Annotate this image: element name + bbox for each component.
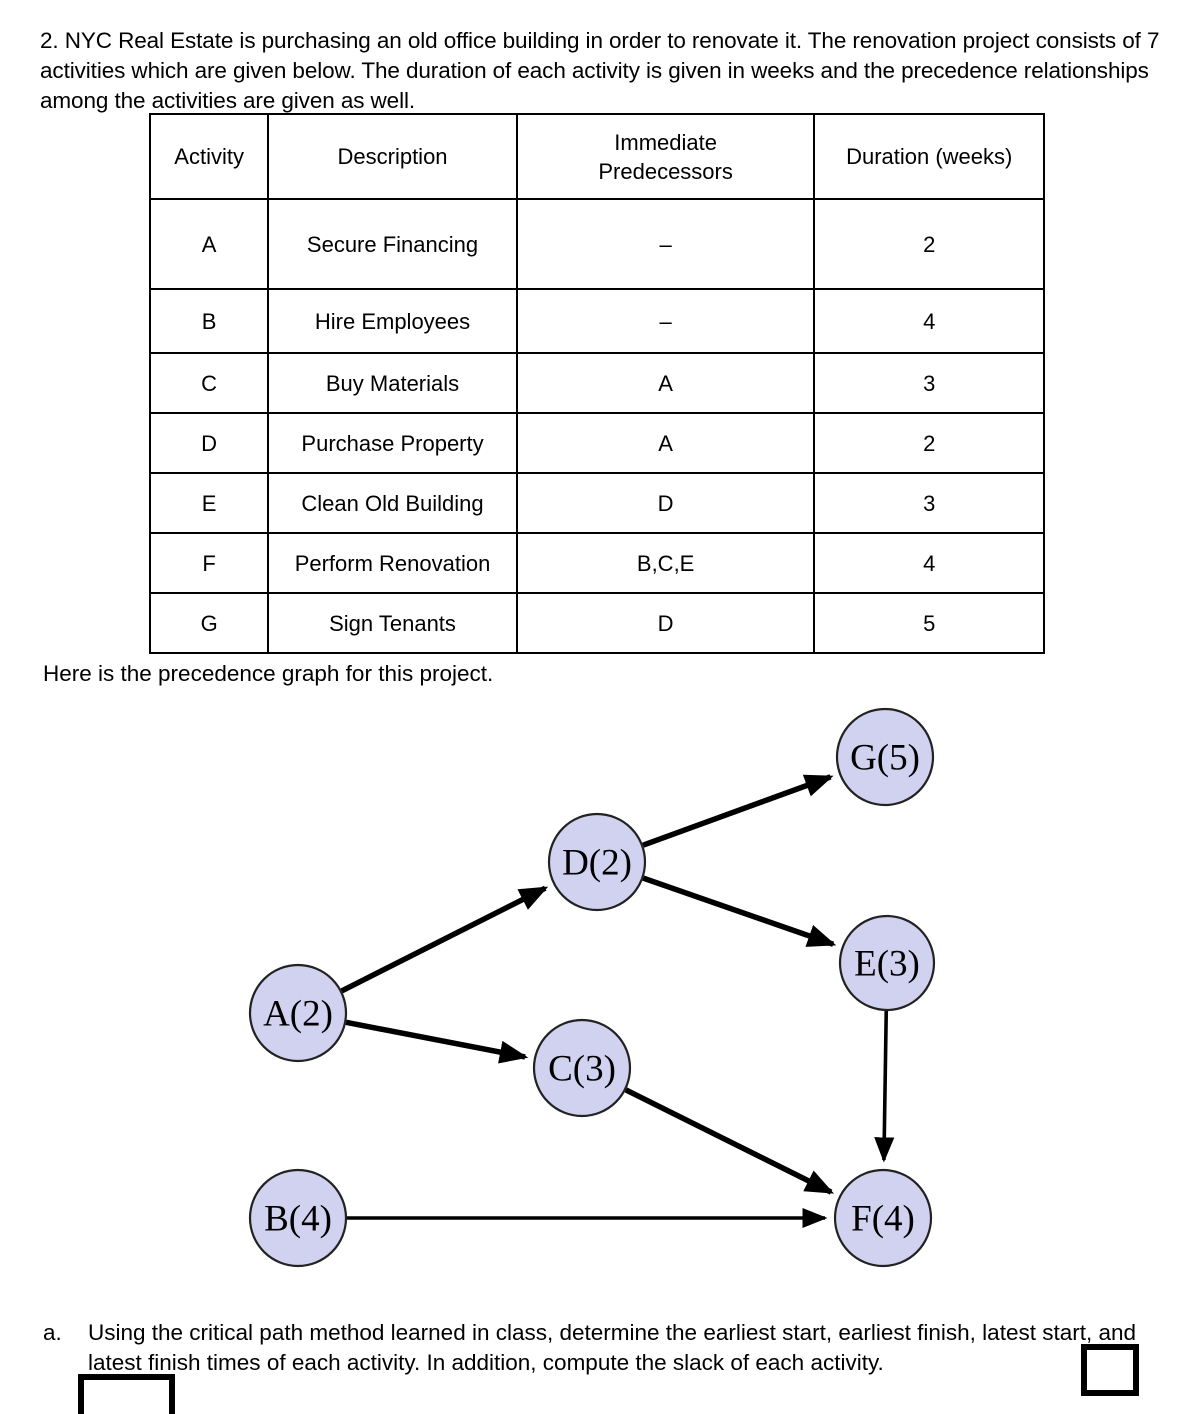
cell-duration-d: 2 <box>813 412 1045 474</box>
graph-node-label-g: G(5) <box>850 738 920 779</box>
part-a-question: a. Using the critical path method learne… <box>43 1318 1163 1378</box>
graph-node-d[interactable]: D(2) <box>547 812 647 912</box>
graph-node-b[interactable]: B(4) <box>248 1168 348 1268</box>
graph-node-e[interactable]: E(3) <box>838 914 936 1012</box>
cell-description-b: Hire Employees <box>267 288 518 354</box>
cell-predecessors-a: – <box>515 198 816 290</box>
header-immediate-predecessors: Immediate Predecessors <box>515 113 816 200</box>
graph-edge-d-to-g <box>642 774 834 848</box>
cell-predecessors-b: – <box>515 288 816 354</box>
cell-activity-e: E <box>148 472 270 534</box>
header-predecessors-line1: Immediate <box>614 129 717 155</box>
header-duration: Duration (weeks) <box>813 113 1045 200</box>
cell-description-a: Secure Financing <box>267 198 518 290</box>
activity-table: Activity Description Immediate Predecess… <box>148 113 1045 654</box>
cell-predecessors-g: D <box>515 592 816 654</box>
header-description: Description <box>267 113 518 200</box>
cell-predecessors-f: B,C,E <box>515 532 816 594</box>
cell-activity-g: G <box>148 592 270 654</box>
cell-duration-g: 5 <box>813 592 1045 654</box>
graph-edge-a-to-d <box>340 885 549 994</box>
question-intro-paragraph: 2. NYC Real Estate is purchasing an old … <box>40 28 1160 113</box>
graph-node-a[interactable]: A(2) <box>248 963 348 1063</box>
cell-activity-b: B <box>148 288 270 354</box>
graph-edge-e-to-f <box>874 1010 895 1163</box>
cell-description-g: Sign Tenants <box>267 592 518 654</box>
header-predecessors-line2: Predecessors <box>598 158 733 184</box>
graph-node-label-c: C(3) <box>548 1049 616 1090</box>
part-a-marker: a. <box>43 1320 62 1345</box>
graph-edge-c-to-f <box>624 1087 835 1195</box>
graph-node-label-a: A(2) <box>263 994 333 1035</box>
cell-duration-a: 2 <box>813 198 1045 290</box>
table-row: E Clean Old Building D 3 <box>148 472 1045 534</box>
table-row: C Buy Materials A 3 <box>148 352 1045 414</box>
cell-predecessors-d: A <box>515 412 816 474</box>
table-row: G Sign Tenants D 5 <box>148 592 1045 654</box>
cell-duration-e: 3 <box>813 472 1045 534</box>
graph-edge-a-to-c <box>345 1019 529 1064</box>
cell-duration-f: 4 <box>813 532 1045 594</box>
part-a-text: Using the critical path method learned i… <box>88 1320 1137 1375</box>
cell-predecessors-c: A <box>515 352 816 414</box>
cell-description-e: Clean Old Building <box>267 472 518 534</box>
table-row: D Purchase Property A 2 <box>148 412 1045 474</box>
precedence-graph: G(5) D(2) E(3) A(2) C(3) B(4) F(4) <box>0 690 1200 1290</box>
answer-box-left[interactable] <box>78 1374 175 1414</box>
cell-activity-f: F <box>148 532 270 594</box>
cell-description-c: Buy Materials <box>267 352 518 414</box>
table-row: A Secure Financing – 2 <box>148 198 1045 290</box>
answer-box-right[interactable] <box>1081 1344 1139 1396</box>
cell-activity-c: C <box>148 352 270 414</box>
graph-edge-d-to-e <box>642 875 837 947</box>
activity-table-container: Activity Description Immediate Predecess… <box>148 113 1045 654</box>
header-activity: Activity <box>148 113 270 200</box>
cell-activity-d: D <box>148 412 270 474</box>
cell-duration-b: 4 <box>813 288 1045 354</box>
cell-activity-a: A <box>148 198 270 290</box>
cell-description-f: Perform Renovation <box>267 532 518 594</box>
graph-node-label-b: B(4) <box>264 1199 332 1240</box>
table-row: F Perform Renovation B,C,E 4 <box>148 532 1045 594</box>
cell-predecessors-e: D <box>515 472 816 534</box>
graph-node-c[interactable]: C(3) <box>532 1018 632 1118</box>
table-header-row: Activity Description Immediate Predecess… <box>148 113 1045 200</box>
graph-node-g[interactable]: G(5) <box>835 707 935 807</box>
cell-duration-c: 3 <box>813 352 1045 414</box>
precedence-graph-svg: G(5) D(2) E(3) A(2) C(3) B(4) F(4) <box>248 707 936 1268</box>
graph-node-f[interactable]: F(4) <box>833 1168 933 1268</box>
table-row: B Hire Employees – 4 <box>148 288 1045 354</box>
precedence-graph-caption: Here is the precedence graph for this pr… <box>43 661 494 686</box>
cell-description-d: Purchase Property <box>267 412 518 474</box>
graph-node-label-e: E(3) <box>854 944 920 985</box>
graph-node-label-d: D(2) <box>562 843 632 884</box>
graph-node-label-f: F(4) <box>851 1199 915 1240</box>
